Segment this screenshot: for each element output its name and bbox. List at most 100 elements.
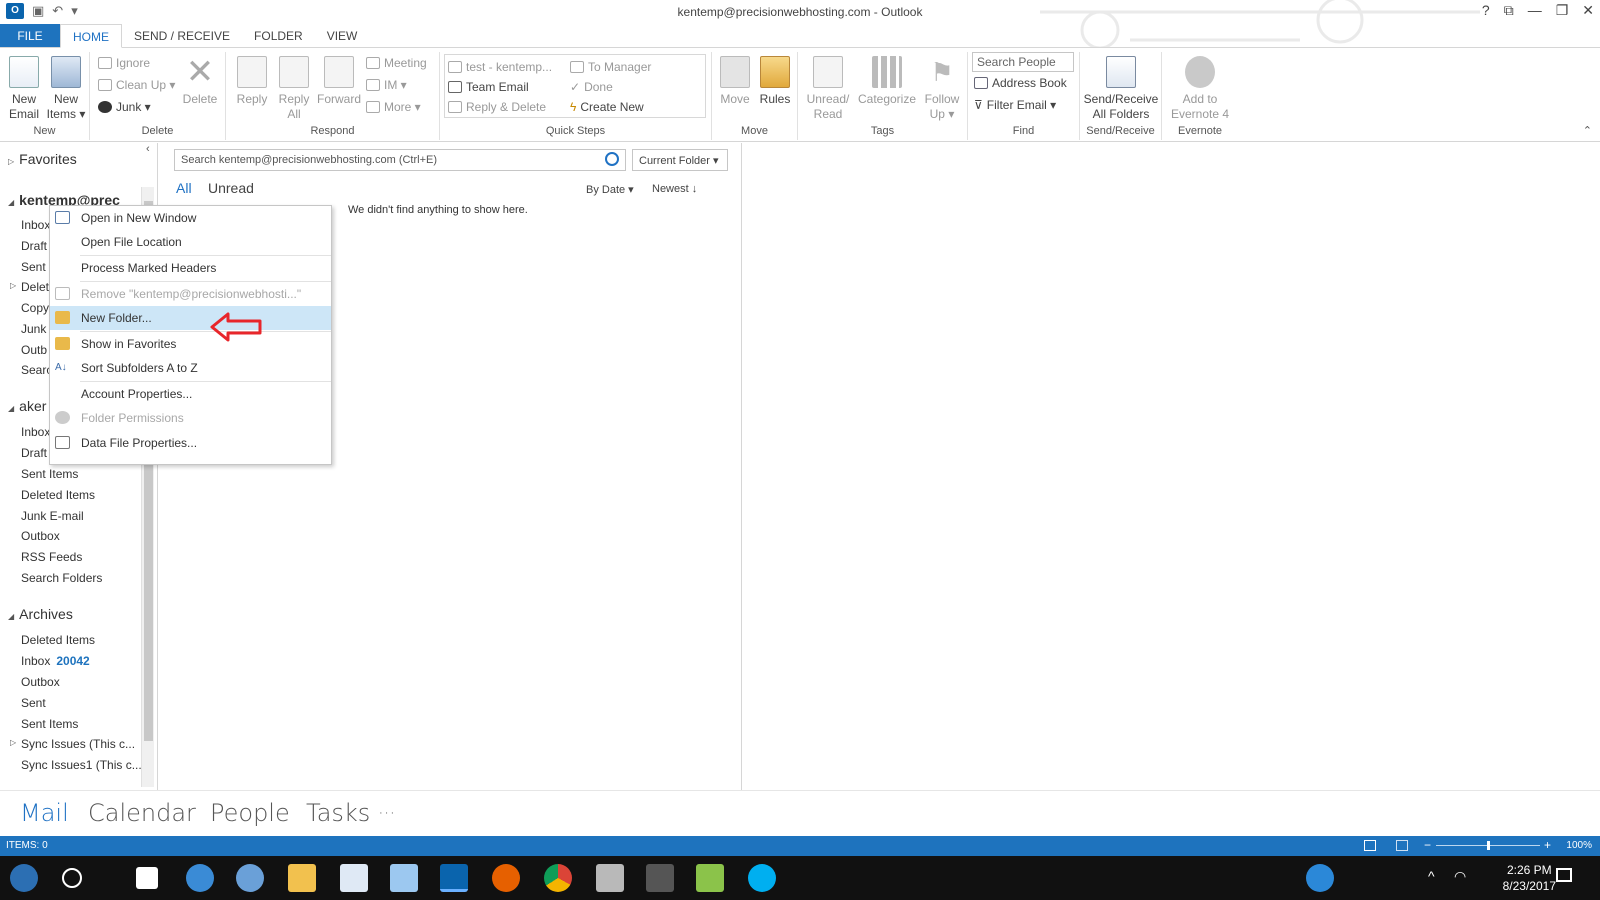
folder-inbox[interactable]: Inbox: [21, 218, 50, 232]
folder-rss-feeds-2[interactable]: RSS Feeds: [21, 550, 82, 564]
folder-deleted-items-2[interactable]: Deleted Items: [21, 488, 95, 502]
folder-sent[interactable]: Sent: [21, 260, 46, 274]
search-mail-input[interactable]: Search kentemp@precisionwebhosting.com (…: [174, 149, 626, 171]
delete-button[interactable]: ✕ Delete: [178, 55, 222, 107]
archive-deleted-items[interactable]: Deleted Items: [21, 633, 95, 647]
folder-search-folders-2[interactable]: Search Folders: [21, 571, 102, 585]
skype-icon[interactable]: [748, 864, 776, 892]
tab-folder[interactable]: FOLDER: [242, 24, 315, 47]
archives-header[interactable]: ◢ Archives: [8, 606, 73, 622]
filter-all[interactable]: All: [176, 180, 192, 196]
menu-sort-subfolders[interactable]: A↓ Sort Subfolders A to Z: [50, 356, 331, 380]
chrome-icon[interactable]: [544, 864, 572, 892]
file-explorer-icon[interactable]: [288, 864, 316, 892]
menu-open-file-location[interactable]: Open File Location: [50, 230, 331, 254]
search-scope-dropdown[interactable]: Current Folder ▾: [632, 149, 728, 171]
quick-step-to-manager[interactable]: To Manager: [570, 60, 651, 74]
im-button[interactable]: IM ▾: [366, 78, 407, 92]
quick-step-reply-delete[interactable]: Reply & Delete: [448, 100, 546, 114]
sort-by-dropdown[interactable]: By Date ▾: [586, 183, 634, 196]
new-items-button[interactable]: New Items ▾: [46, 56, 86, 122]
store-icon[interactable]: [136, 867, 158, 889]
zoom-in-icon[interactable]: +: [1544, 838, 1551, 852]
archive-outbox[interactable]: Outbox: [21, 675, 60, 689]
tab-file[interactable]: FILE: [0, 24, 60, 47]
ribbon-display-icon[interactable]: ⧉: [1504, 2, 1514, 19]
firefox-icon[interactable]: [492, 864, 520, 892]
menu-show-in-favorites[interactable]: Show in Favorites: [50, 332, 331, 356]
tab-send-receive[interactable]: SEND / RECEIVE: [122, 24, 242, 47]
follow-up-button[interactable]: ⚑ Follow Up ▾: [920, 56, 964, 122]
folder-drafts-2[interactable]: Draft: [21, 446, 47, 460]
meeting-button[interactable]: Meeting: [366, 56, 427, 70]
browser-icon[interactable]: [186, 864, 214, 892]
expand-deleted-icon[interactable]: ▷: [10, 281, 16, 290]
archive-sent[interactable]: Sent: [21, 696, 46, 710]
collapse-pane-icon[interactable]: ‹: [146, 143, 150, 155]
folder-search[interactable]: Searc: [21, 363, 52, 377]
notepad-icon[interactable]: [340, 864, 368, 892]
menu-open-new-window[interactable]: Open in New Window: [50, 206, 331, 230]
archive-sync-issues1[interactable]: Sync Issues1 (This c...: [21, 758, 142, 772]
nav-tasks[interactable]: Tasks: [306, 799, 370, 827]
safari-icon[interactable]: [236, 864, 264, 892]
notifications-icon[interactable]: [1556, 868, 1572, 882]
folder-outbox-2[interactable]: Outbox: [21, 529, 60, 543]
rules-button[interactable]: Rules: [756, 56, 794, 107]
wifi-icon[interactable]: ◠: [1454, 868, 1466, 885]
nav-mail[interactable]: Mail: [20, 799, 69, 827]
quick-step-done[interactable]: ✓ Done: [570, 80, 613, 94]
sort-order-toggle[interactable]: Newest ↓: [652, 183, 697, 195]
tab-home[interactable]: HOME: [60, 24, 122, 48]
archive-sync-issues[interactable]: Sync Issues (This c...: [21, 737, 135, 751]
search-icon[interactable]: [605, 152, 619, 166]
folder-drafts[interactable]: Draft: [21, 239, 47, 253]
folder-outbox[interactable]: Outb: [21, 343, 47, 357]
pen-app-icon[interactable]: [390, 864, 418, 892]
send-receive-all-button[interactable]: Send/Receive All Folders: [1082, 56, 1160, 122]
app-icon[interactable]: [596, 864, 624, 892]
favorites-header[interactable]: ▷ Favorites: [8, 151, 77, 167]
ignore-button[interactable]: Ignore: [98, 56, 150, 70]
clean-up-button[interactable]: Clean Up ▾: [98, 78, 175, 92]
normal-view-icon[interactable]: [1364, 840, 1376, 851]
clock[interactable]: 2:26 PM 8/23/2017: [1503, 862, 1556, 894]
folder-copy[interactable]: Copy: [21, 301, 49, 315]
nav-people[interactable]: People: [210, 799, 290, 827]
quick-step-create-new[interactable]: ϟ Create New: [570, 100, 644, 114]
categorize-button[interactable]: Categorize: [856, 56, 918, 107]
tray-chevron-icon[interactable]: ^: [1428, 868, 1435, 884]
menu-data-file-properties[interactable]: Data File Properties...: [50, 431, 331, 455]
start-logo-icon[interactable]: [10, 864, 38, 892]
reply-button[interactable]: Reply: [232, 56, 272, 107]
minimize-icon[interactable]: —: [1528, 2, 1542, 19]
more-respond-button[interactable]: More ▾: [366, 100, 421, 114]
archive-inbox[interactable]: Inbox 20042: [21, 654, 90, 668]
folder-junk[interactable]: Junk: [21, 322, 46, 336]
quick-step-test[interactable]: test - kentemp...: [448, 60, 552, 74]
game-icon[interactable]: [646, 864, 674, 892]
address-book-button[interactable]: Address Book: [974, 76, 1067, 90]
junk-button[interactable]: Junk ▾: [98, 100, 151, 114]
reply-all-button[interactable]: Reply All: [274, 56, 314, 122]
folder-inbox-2[interactable]: Inbox: [21, 425, 50, 439]
search-people-input[interactable]: Search People: [972, 52, 1074, 72]
tab-view[interactable]: VIEW: [315, 24, 370, 47]
outlook-taskbar-icon[interactable]: [440, 864, 468, 892]
reading-view-icon[interactable]: [1396, 840, 1408, 851]
menu-new-folder[interactable]: New Folder...: [50, 306, 331, 330]
collapse-ribbon-icon[interactable]: ⌃: [1583, 124, 1592, 137]
move-button[interactable]: Move: [716, 56, 754, 107]
nav-calendar[interactable]: Calendar: [88, 799, 196, 827]
new-email-button[interactable]: New Email: [6, 56, 42, 122]
filter-email-button[interactable]: ⊽ Filter Email ▾: [974, 98, 1056, 112]
zoom-out-icon[interactable]: −: [1424, 838, 1431, 852]
more-modules-icon[interactable]: ···: [378, 803, 395, 824]
folder-deleted[interactable]: Delet: [21, 280, 49, 294]
menu-account-properties[interactable]: Account Properties...: [50, 382, 331, 406]
restore-icon[interactable]: ❐: [1556, 2, 1569, 19]
help-assistant-icon[interactable]: [1306, 864, 1334, 892]
search-cortana-icon[interactable]: [62, 868, 82, 888]
zoom-level[interactable]: 100%: [1566, 840, 1592, 851]
close-icon[interactable]: ✕: [1582, 2, 1594, 19]
